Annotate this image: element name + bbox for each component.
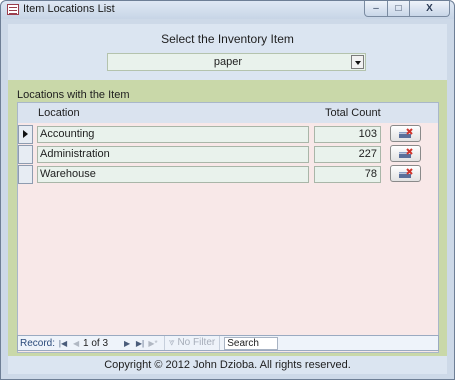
row-action-button[interactable] <box>390 125 421 142</box>
select-item-heading: Select the Inventory Item <box>161 32 294 46</box>
minimize-button[interactable]: – <box>364 1 388 17</box>
close-button[interactable]: X <box>410 1 450 17</box>
record-selector-current[interactable] <box>18 125 33 144</box>
copyright-text: Copyright © 2012 John Dzioba. All rights… <box>104 359 351 371</box>
row-action-button[interactable] <box>390 145 421 162</box>
column-header-row: Location Total Count <box>18 103 438 123</box>
filter-status: No Filter <box>177 337 216 348</box>
new-record-icon[interactable]: ▶* <box>148 339 158 348</box>
table-row: Accounting 103 <box>18 125 438 144</box>
table-row: Warehouse 78 <box>18 165 438 184</box>
maximize-button[interactable]: □ <box>388 1 410 17</box>
window-controls: – □ X <box>364 1 450 18</box>
filter-toggle[interactable]: ⩔ No Filter <box>164 336 221 350</box>
record-position[interactable]: 1 of 3 <box>83 338 119 349</box>
record-selector[interactable] <box>18 145 33 164</box>
form-header: Select the Inventory Item paper <box>8 24 447 80</box>
last-record-icon[interactable]: ▶| <box>135 339 145 348</box>
location-cell[interactable]: Accounting <box>37 126 309 143</box>
form-icon <box>7 4 19 15</box>
record-selector[interactable] <box>18 165 33 184</box>
chevron-down-icon[interactable] <box>351 55 364 69</box>
window-title: Item Locations List <box>23 3 115 15</box>
inventory-item-value: paper <box>213 56 243 68</box>
app-window: Item Locations List – □ X Select the Inv… <box>0 0 455 380</box>
search-input[interactable]: Search <box>224 336 279 350</box>
inventory-item-combo[interactable]: paper <box>107 53 366 71</box>
column-header-location: Location <box>38 107 80 119</box>
locations-subform: Location Total Count Accounting 103 Admi… <box>17 102 439 353</box>
location-cell[interactable]: Administration <box>37 146 309 163</box>
edit-delete-icon <box>399 128 413 138</box>
edit-delete-icon <box>399 168 413 178</box>
maximize-icon: □ <box>395 3 402 14</box>
table-row: Administration 227 <box>18 145 438 164</box>
first-record-icon[interactable]: |◀ <box>58 339 68 348</box>
row-action-button[interactable] <box>390 165 421 182</box>
form-body: Select the Inventory Item paper Location… <box>8 24 447 374</box>
locations-section-label: Locations with the Item <box>17 89 130 101</box>
title-bar[interactable]: Item Locations List – □ X <box>1 1 454 19</box>
total-count-cell[interactable]: 227 <box>314 146 381 163</box>
record-navigation-bar: Record: |◀ ◀ 1 of 3 ▶ ▶| ▶* ⩔ No Filter … <box>17 335 439 351</box>
total-count-cell[interactable]: 103 <box>314 126 381 143</box>
column-header-total-count: Total Count <box>325 107 381 119</box>
edit-delete-icon <box>399 148 413 158</box>
form-footer: Copyright © 2012 John Dzioba. All rights… <box>8 356 447 374</box>
close-icon: X <box>426 3 433 14</box>
next-record-icon[interactable]: ▶ <box>122 339 132 348</box>
minimize-icon: – <box>373 3 379 14</box>
total-count-cell[interactable]: 78 <box>314 166 381 183</box>
location-cell[interactable]: Warehouse <box>37 166 309 183</box>
record-label: Record: <box>20 337 56 349</box>
previous-record-icon[interactable]: ◀ <box>71 339 81 348</box>
